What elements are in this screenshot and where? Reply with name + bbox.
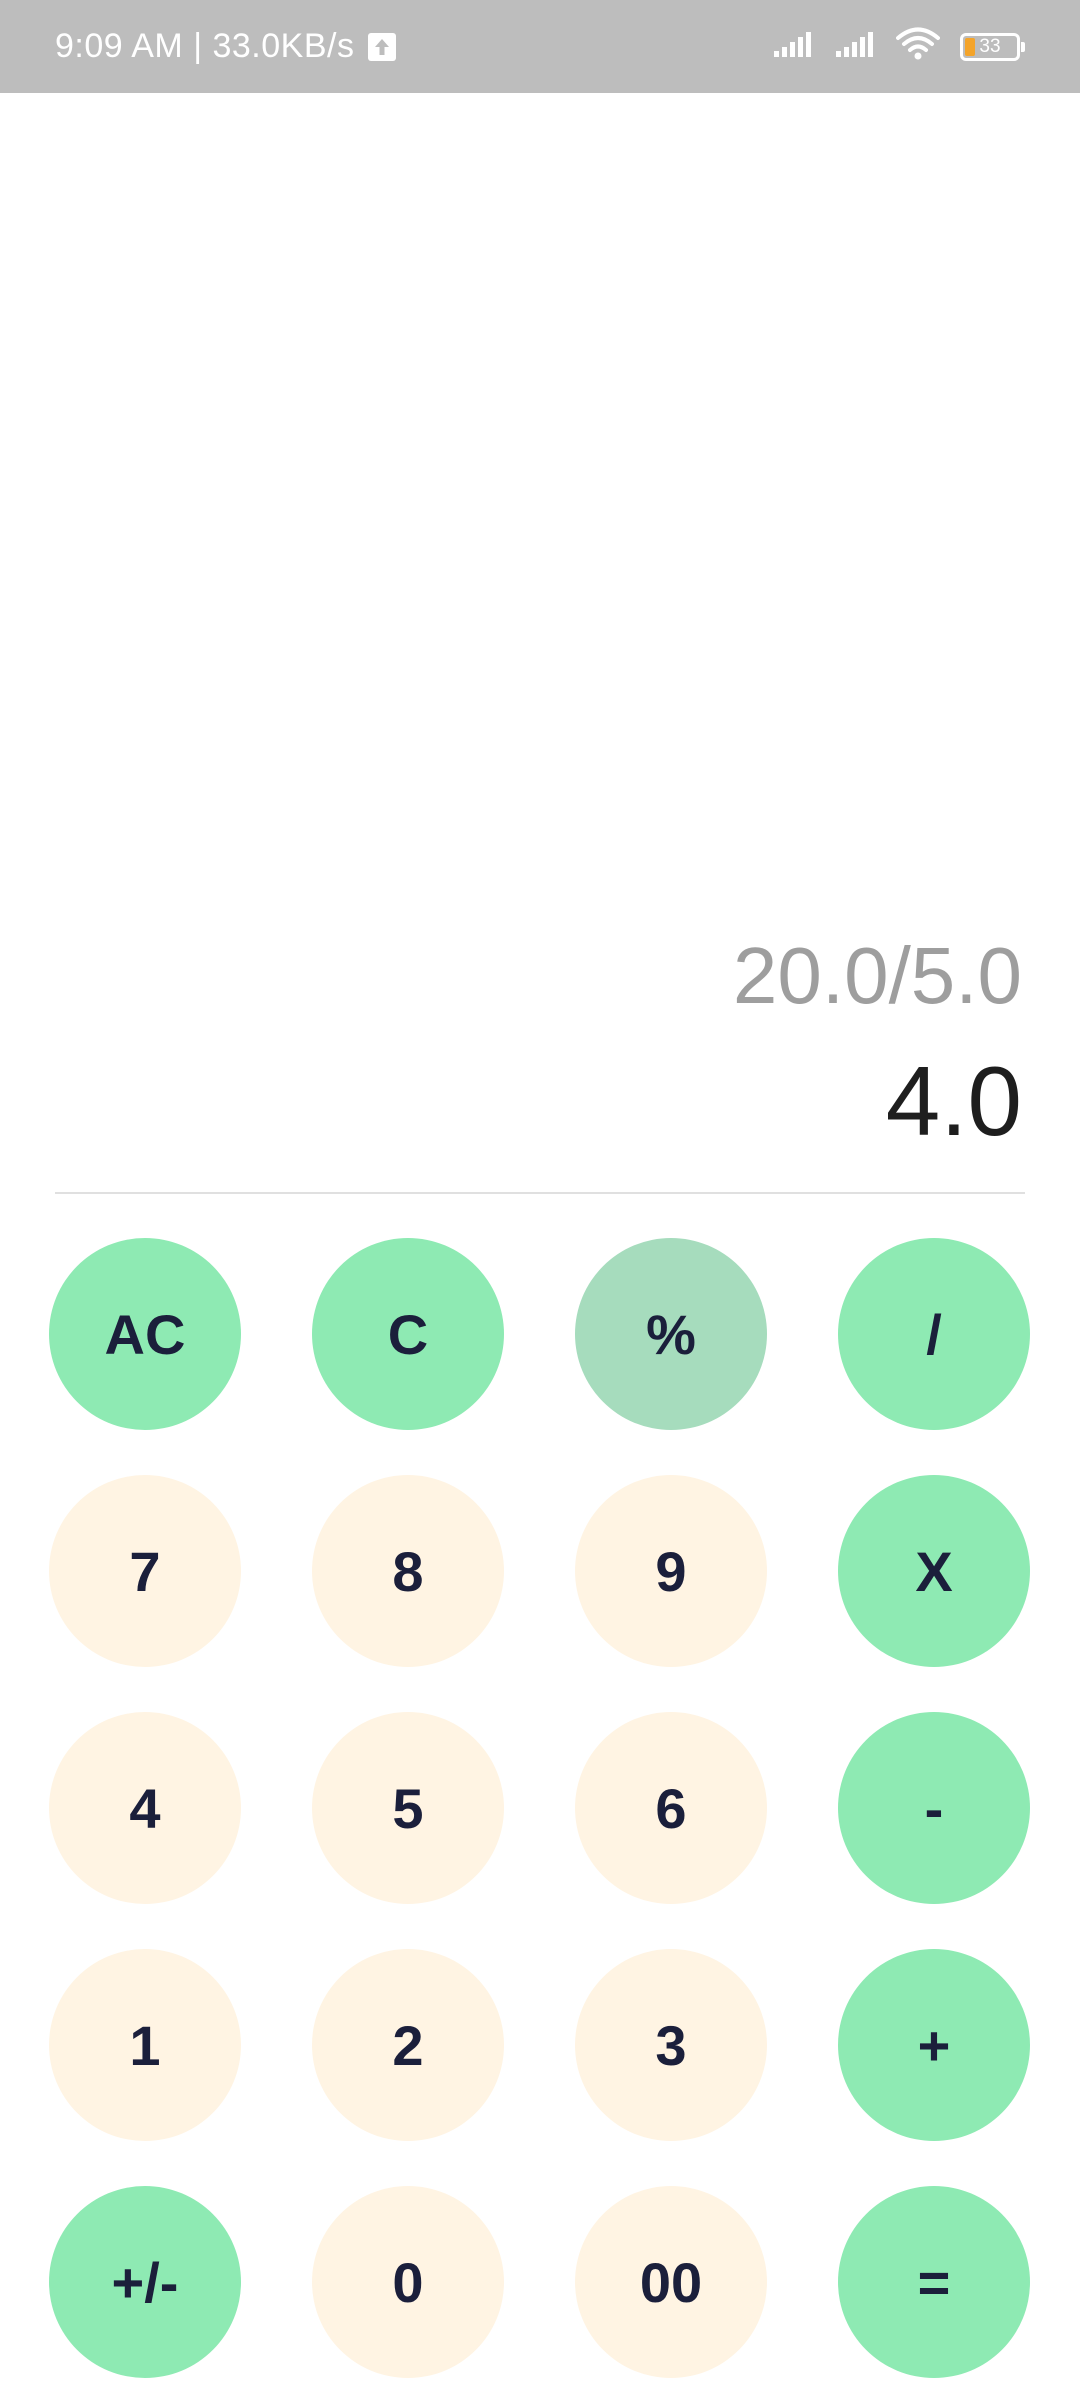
divide-button[interactable]: / bbox=[838, 1238, 1030, 1430]
all-clear-button[interactable]: AC bbox=[49, 1238, 241, 1430]
status-time-speed: 9:09 AM | 33.0KB/s bbox=[55, 27, 355, 65]
signal-icon bbox=[834, 29, 882, 64]
wifi-icon bbox=[896, 27, 940, 66]
status-bar: 9:09 AM | 33.0KB/s 33 bbox=[0, 0, 1080, 93]
divider bbox=[55, 1192, 1025, 1194]
digit-2-button[interactable]: 2 bbox=[312, 1949, 504, 2141]
digit-1-button[interactable]: 1 bbox=[49, 1949, 241, 2141]
digit-6-button[interactable]: 6 bbox=[575, 1712, 767, 1904]
digit-9-button[interactable]: 9 bbox=[575, 1475, 767, 1667]
digit-8-button[interactable]: 8 bbox=[312, 1475, 504, 1667]
digit-7-button[interactable]: 7 bbox=[49, 1475, 241, 1667]
upload-icon bbox=[368, 32, 397, 61]
add-button[interactable]: + bbox=[838, 1949, 1030, 2141]
result-display: 4.0 bbox=[885, 1046, 1022, 1156]
signal-icon bbox=[772, 29, 820, 64]
battery-icon: 33 bbox=[960, 32, 1025, 61]
equals-button[interactable]: = bbox=[838, 2186, 1030, 2378]
digit-0-button[interactable]: 0 bbox=[312, 2186, 504, 2378]
double-zero-button[interactable]: 00 bbox=[575, 2186, 767, 2378]
digit-4-button[interactable]: 4 bbox=[49, 1712, 241, 1904]
digit-3-button[interactable]: 3 bbox=[575, 1949, 767, 2141]
percent-button[interactable]: % bbox=[575, 1238, 767, 1430]
expression-display: 20.0/5.0 bbox=[732, 931, 1022, 1020]
status-left: 9:09 AM | 33.0KB/s bbox=[55, 0, 397, 93]
subtract-button[interactable]: - bbox=[838, 1712, 1030, 1904]
clear-button[interactable]: C bbox=[312, 1238, 504, 1430]
plus-minus-button[interactable]: +/- bbox=[49, 2186, 241, 2378]
battery-fill bbox=[965, 37, 975, 56]
multiply-button[interactable]: X bbox=[838, 1475, 1030, 1667]
digit-5-button[interactable]: 5 bbox=[312, 1712, 504, 1904]
status-right: 33 bbox=[772, 0, 1025, 93]
battery-level: 33 bbox=[979, 35, 1001, 57]
